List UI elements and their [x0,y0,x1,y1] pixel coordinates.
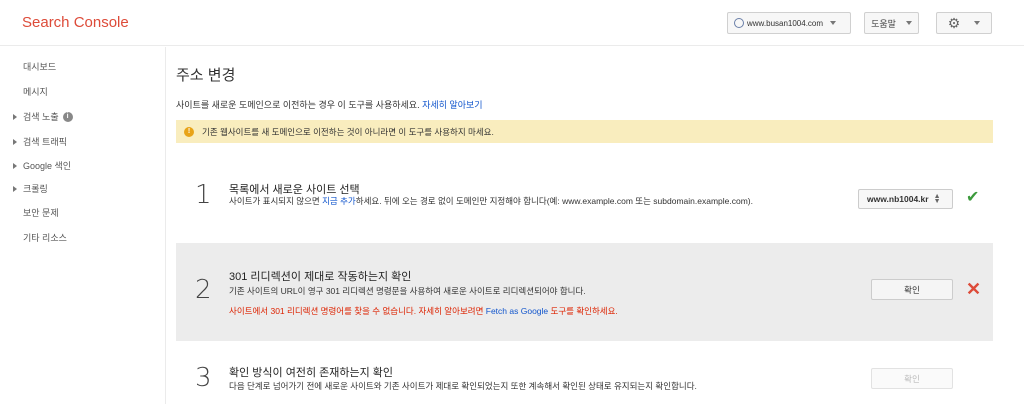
step-2: 2 301 리디렉션이 제대로 작동하는지 확인 기존 사이트의 URL이 영구… [176,243,993,341]
check-icon: ✔ [966,189,980,206]
verify-methods-button[interactable]: 확인 [871,368,953,389]
step-description: 다음 단계로 넘어가기 전에 새로운 사이트와 기존 사이트가 제대로 확인되었… [229,381,697,391]
sidebar-item-messages[interactable]: 메시지 [23,85,48,98]
intro-text: 사이트를 새로운 도메인으로 이전하는 경우 이 도구를 사용하세요. 자세히 … [176,98,483,111]
redirect-error-message: 사이트에서 301 리디렉션 명령어를 찾을 수 없습니다. 자세히 알아보려면… [229,305,618,317]
warning-icon: ! [184,126,194,137]
step-1: 1 목록에서 새로운 사이트 선택 사이트가 표시되지 않으면 지금 추가하세요… [176,165,993,233]
chevron-down-icon [974,21,981,25]
gear-icon: ⚙ [947,14,961,31]
info-icon[interactable]: i [62,111,73,122]
new-site-select-value: www.nb1004.kr [867,194,929,204]
sidebar-item-label: 검색 트래픽 [23,137,67,147]
sidebar-item-dashboard[interactable]: 대시보드 [23,60,56,73]
step-description-text: 사이트가 표시되지 않으면 [229,196,323,206]
expand-arrow-icon [13,138,17,145]
site-selector[interactable]: www.busan1004.com [727,12,851,34]
sidebar-item-label: 기타 리소스 [23,233,67,243]
sidebar-item-label: 대시보드 [23,62,57,72]
step-description: 사이트가 표시되지 않으면 지금 추가하세요. 뒤에 오는 경로 없이 도메인만… [229,195,829,207]
warning-banner: ! 기존 웹사이트를 새 도메인으로 이전하는 것이 아니라면 이 도구를 사용… [176,120,993,143]
page-title: 주소 변경 [176,67,236,84]
settings-button[interactable]: ⚙ [936,12,992,34]
expand-arrow-icon [13,162,17,169]
sidebar-item-crawl[interactable]: 크롤링 [13,182,48,195]
expand-arrow-icon [13,113,17,120]
sidebar-item-label: Google 색인 [23,161,72,171]
sidebar-item-label: 검색 노출 [23,112,59,122]
sidebar: 대시보드 메시지 검색 노출 i 검색 트래픽 Google 색인 크롤링 보안… [0,47,166,404]
new-site-select[interactable]: www.nb1004.kr ▲ ▼ [858,189,953,209]
add-now-link[interactable]: 지금 추가 [322,196,356,206]
sidebar-item-label: 크롤링 [23,184,48,194]
select-arrows-icon: ▲ ▼ [933,193,941,205]
sidebar-item-security-issues[interactable]: 보안 문제 [23,206,59,219]
expand-arrow-icon [13,185,17,192]
warning-text: 기존 웹사이트를 새 도메인으로 이전하는 것이 아니라면 이 도구를 사용하지… [202,126,494,137]
sidebar-item-label: 메시지 [23,87,48,97]
intro-text-body: 사이트를 새로운 도메인으로 이전하는 경우 이 도구를 사용하세요. [176,100,420,110]
app-logo[interactable]: Search Console [22,14,129,31]
learn-more-link[interactable]: 자세히 알아보기 [422,100,482,110]
step-number: 3 [195,363,212,393]
fetch-as-google-link[interactable]: Fetch as Google [486,306,548,316]
step-title: 301 리디렉션이 제대로 작동하는지 확인 [229,271,412,283]
sidebar-item-search-appearance[interactable]: 검색 노출 i [13,110,73,123]
step-title: 확인 방식이 여전히 존재하는지 확인 [229,367,394,379]
sidebar-item-label: 보안 문제 [23,208,59,218]
step-3: 3 확인 방식이 여전히 존재하는지 확인 다음 단계로 넘어가기 전에 새로운… [176,351,993,404]
chevron-down-icon [905,21,912,25]
help-button[interactable]: 도움말 [864,12,919,34]
chevron-down-icon [830,21,837,25]
top-header: Search Console www.busan1004.com 도움말 ⚙ [0,0,1024,46]
step-description-text: 하세요. 뒤에 오는 경로 없이 도메인만 지정해야 합니다(예: www.ex… [355,196,753,206]
verify-redirect-button[interactable]: 확인 [871,279,953,300]
step-number: 2 [195,275,212,305]
step-description: 기존 사이트의 URL이 영구 301 리디렉션 명령문을 사용하여 새로운 사… [229,286,586,296]
step-number: 1 [195,180,212,210]
error-text: 도구를 확인하세요. [548,306,618,316]
site-selector-value: www.busan1004.com [747,18,824,28]
sidebar-item-other-resources[interactable]: 기타 리소스 [23,231,67,244]
error-text: 사이트에서 301 리디렉션 명령어를 찾을 수 없습니다. 자세히 알아보려면 [229,306,486,316]
globe-icon [734,18,744,28]
sidebar-item-google-index[interactable]: Google 색인 [13,159,72,172]
help-label: 도움말 [871,18,896,29]
sidebar-item-search-traffic[interactable]: 검색 트래픽 [13,135,67,148]
error-x-icon: ✕ [966,279,982,299]
